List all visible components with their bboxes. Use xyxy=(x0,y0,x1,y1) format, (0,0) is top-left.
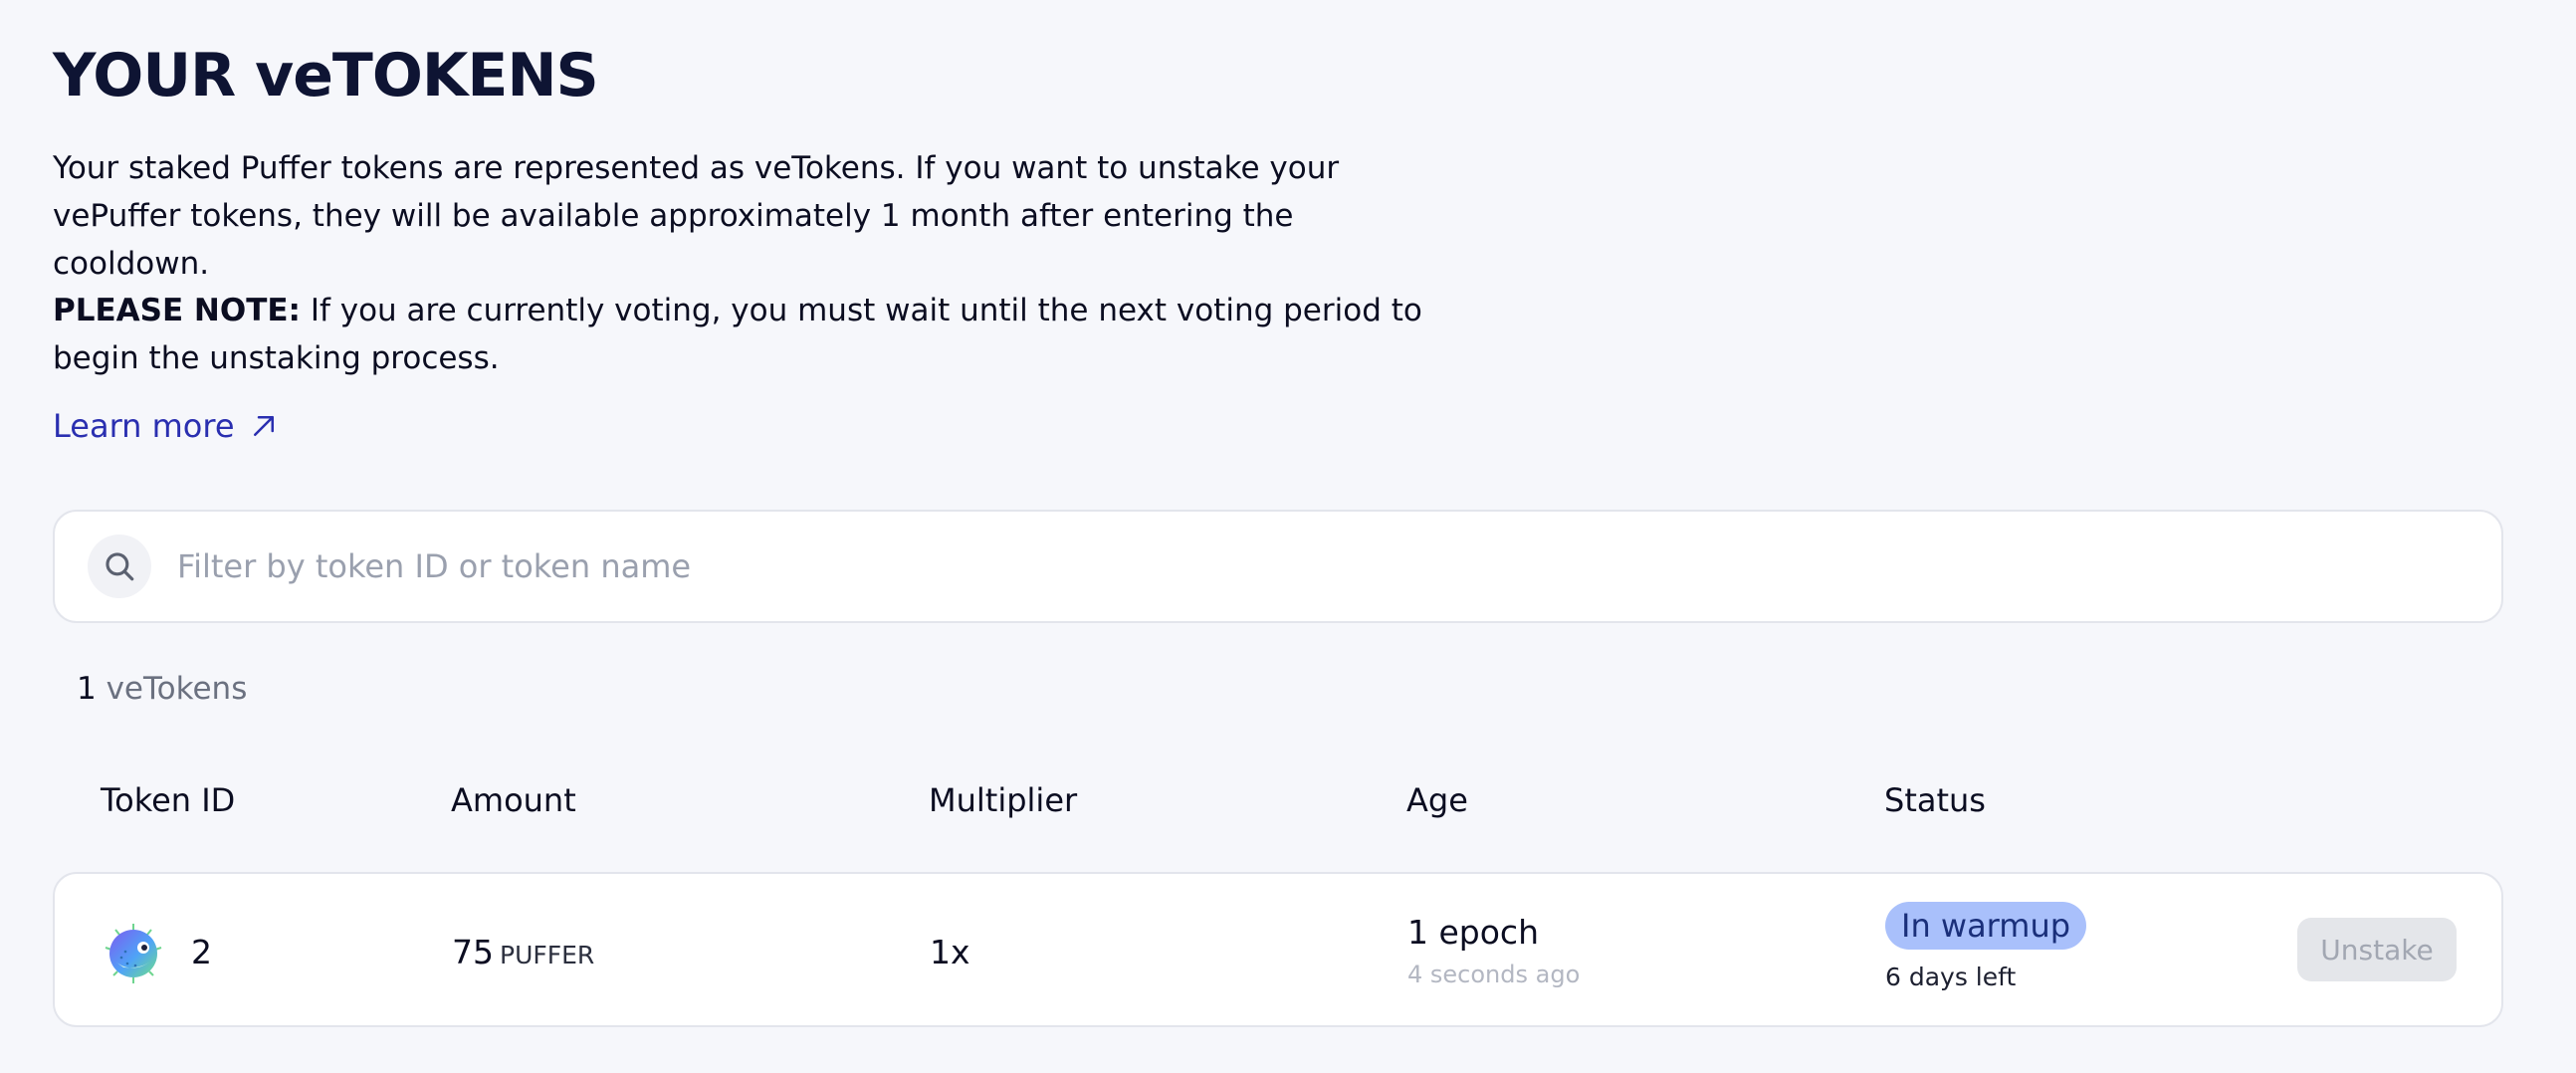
amount-unit: PUFFER xyxy=(500,941,595,969)
table-row: 2 75 PUFFER 1x 1 epoch 4 seconds ago In w… xyxy=(53,872,2503,1027)
note-label: PLEASE NOTE: xyxy=(53,293,301,328)
status-time-left: 6 days left xyxy=(1885,963,2017,991)
search-bar xyxy=(53,510,2503,623)
search-icon xyxy=(88,535,151,598)
token-id-value: 2 xyxy=(191,933,212,971)
age-timestamp: 4 seconds ago xyxy=(1407,961,1581,988)
token-count-number: 1 xyxy=(77,671,97,707)
vetokens-page: YOUR veTOKENS Your staked Puffer tokens … xyxy=(0,0,2576,1073)
age-value: 1 epoch xyxy=(1407,913,1539,952)
status-badge: In warmup xyxy=(1885,902,2087,950)
puffer-avatar-icon xyxy=(105,924,162,983)
column-header-status: Status xyxy=(1884,781,1986,819)
column-header-amount: Amount xyxy=(451,781,576,819)
amount-value: 75 PUFFER xyxy=(452,930,594,978)
column-header-age: Age xyxy=(1406,781,1468,819)
unstake-button[interactable]: Unstake xyxy=(2297,918,2457,981)
please-note: PLEASE NOTE: If you are currently voting… xyxy=(53,287,1426,382)
page-description: Your staked Puffer tokens are represente… xyxy=(53,150,1340,282)
learn-more-link[interactable]: Learn more xyxy=(53,402,279,450)
arrow-up-right-icon xyxy=(253,416,274,436)
token-count-label: veTokens xyxy=(96,671,248,707)
token-count: 1 veTokens xyxy=(77,665,247,713)
column-header-token-id: Token ID xyxy=(101,781,236,819)
search-input[interactable] xyxy=(175,546,2369,586)
multiplier-value: 1x xyxy=(930,933,970,971)
amount-number: 75 xyxy=(452,933,494,971)
page-title: YOUR veTOKENS xyxy=(53,41,599,110)
learn-more-label: Learn more xyxy=(53,407,235,445)
column-header-multiplier: Multiplier xyxy=(929,781,1078,819)
